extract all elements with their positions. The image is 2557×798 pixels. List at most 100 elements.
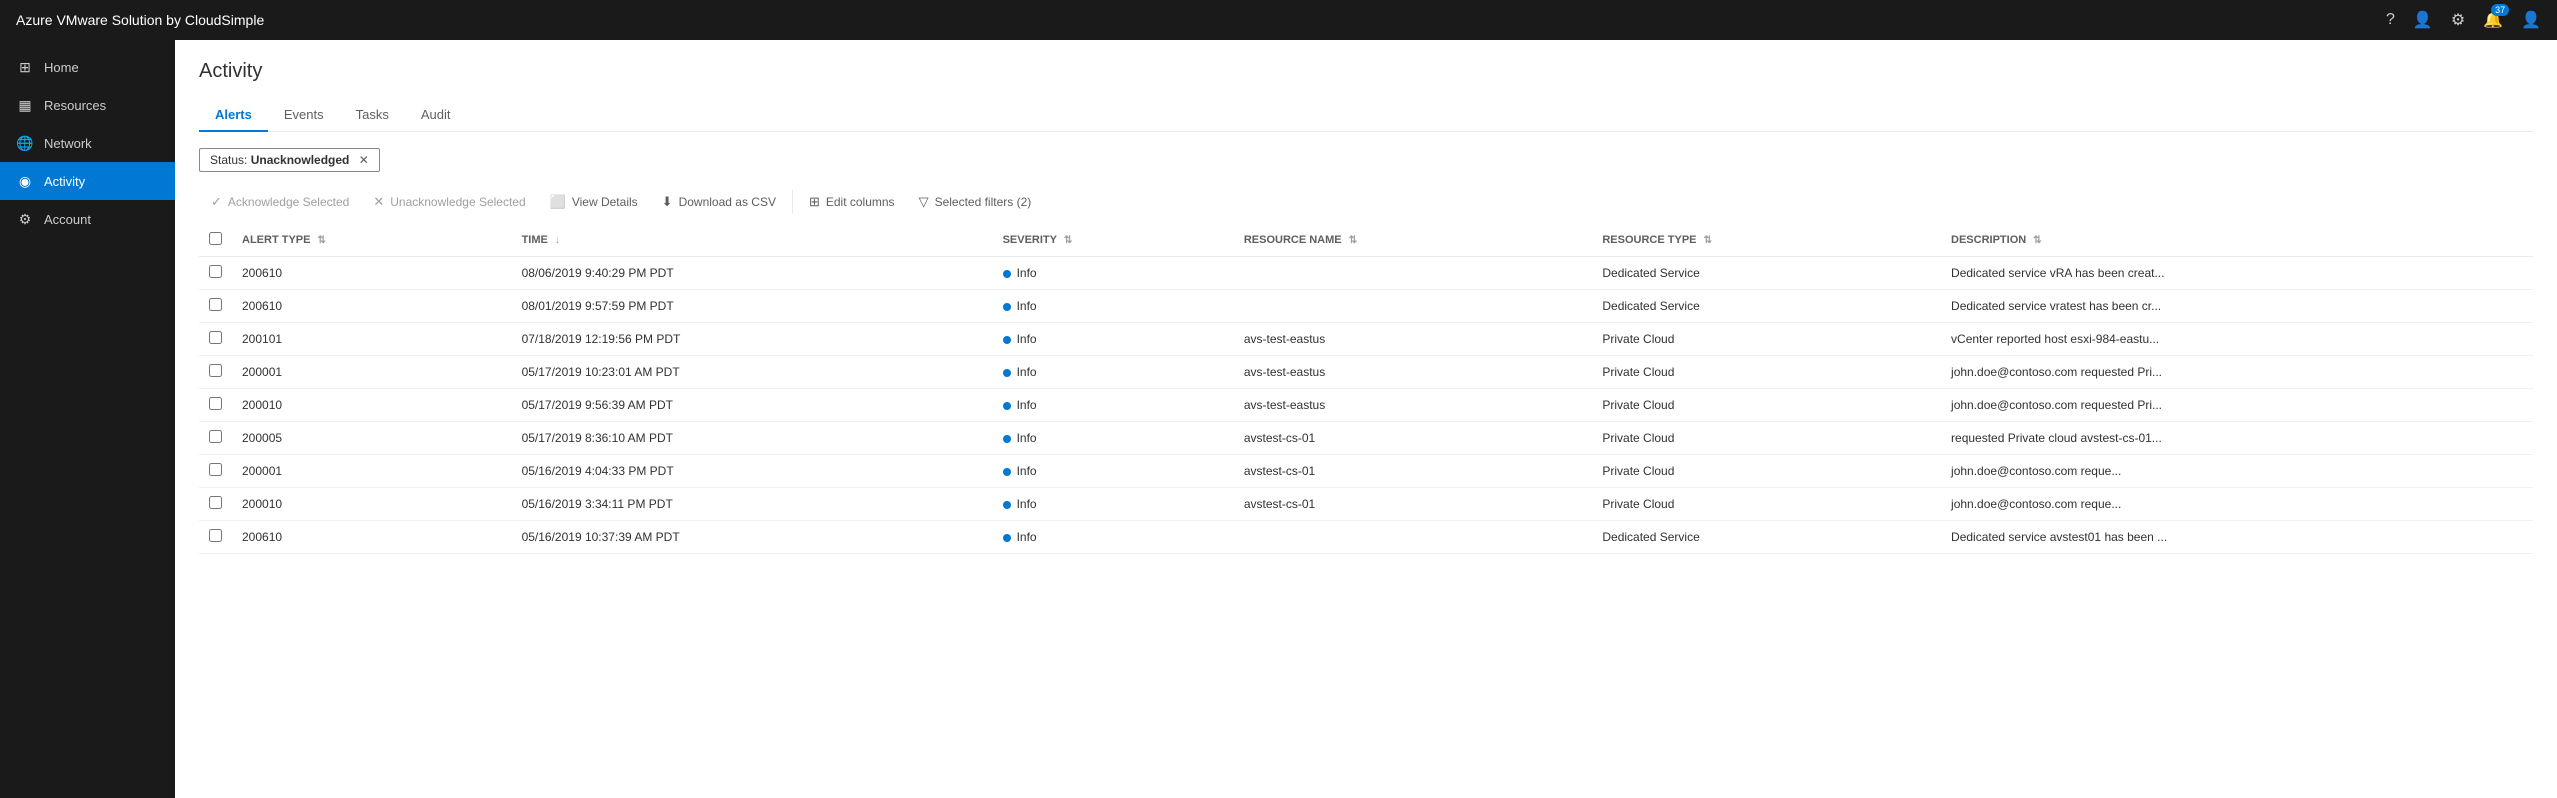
edit-columns-button[interactable]: ⊞ Edit columns <box>797 188 907 216</box>
tab-alerts[interactable]: Alerts <box>199 99 268 132</box>
download-icon: ⬇ <box>662 194 673 210</box>
toolbar-divider <box>792 190 793 214</box>
cell-severity: Info <box>993 290 1234 323</box>
row-checkbox[interactable] <box>209 331 222 344</box>
row-checkbox-cell[interactable] <box>199 257 232 290</box>
cell-resource-type: Private Cloud <box>1592 389 1941 422</box>
sidebar-item-resources[interactable]: ▦ Resources <box>0 86 175 124</box>
row-checkbox[interactable] <box>209 430 222 443</box>
tab-events[interactable]: Events <box>268 99 340 132</box>
cell-description: Dedicated service vRA has been creat... <box>1941 257 2533 290</box>
cell-time: 05/17/2019 10:23:01 AM PDT <box>512 356 993 389</box>
cell-resource-type: Private Cloud <box>1592 356 1941 389</box>
severity-dot-icon <box>1003 435 1011 443</box>
page-title: Activity <box>199 60 2533 83</box>
sort-icon: ⇅ <box>1064 235 1072 246</box>
row-checkbox-cell[interactable] <box>199 455 232 488</box>
cell-description: john.doe@contoso.com reque... <box>1941 488 2533 521</box>
row-checkbox[interactable] <box>209 529 222 542</box>
close-filter-icon[interactable]: ✕ <box>359 153 369 167</box>
network-icon: 🌐 <box>16 134 34 152</box>
cell-resource-name: avstest-cs-01 <box>1234 488 1593 521</box>
select-all-header[interactable] <box>199 224 232 257</box>
bell-icon[interactable]: 🔔 37 <box>2483 10 2503 30</box>
cell-time: 08/01/2019 9:57:59 PM PDT <box>512 290 993 323</box>
sidebar: ⊞ Home ▦ Resources 🌐 Network ◉ Activity … <box>0 40 175 798</box>
cell-resource-type: Private Cloud <box>1592 455 1941 488</box>
sidebar-item-label: Home <box>44 60 79 75</box>
row-checkbox-cell[interactable] <box>199 323 232 356</box>
table-row[interactable]: 200101 07/18/2019 12:19:56 PM PDT Info a… <box>199 323 2533 356</box>
filter-bar: Status: Unacknowledged ✕ <box>199 148 2533 172</box>
settings-icon[interactable]: ⚙ <box>2451 10 2465 30</box>
acknowledge-selected-button[interactable]: ✓ Acknowledge Selected <box>199 188 361 216</box>
table-row[interactable]: 200610 08/06/2019 9:40:29 PM PDT Info De… <box>199 257 2533 290</box>
table-row[interactable]: 200001 05/17/2019 10:23:01 AM PDT Info a… <box>199 356 2533 389</box>
row-checkbox[interactable] <box>209 463 222 476</box>
cell-resource-type: Dedicated Service <box>1592 290 1941 323</box>
status-filter-badge[interactable]: Status: Unacknowledged ✕ <box>199 148 380 172</box>
unacknowledge-selected-button[interactable]: ✕ Unacknowledge Selected <box>361 188 537 216</box>
cell-description: john.doe@contoso.com reque... <box>1941 455 2533 488</box>
row-checkbox[interactable] <box>209 397 222 410</box>
view-details-button[interactable]: ⬜ View Details <box>538 188 650 216</box>
notification-count: 37 <box>2491 4 2509 16</box>
sidebar-item-network[interactable]: 🌐 Network <box>0 124 175 162</box>
cell-resource-type: Private Cloud <box>1592 323 1941 356</box>
alerts-table: ALERT TYPE ⇅ TIME ↓ SEVERITY ⇅ RESOURCE … <box>199 224 2533 554</box>
tab-tasks[interactable]: Tasks <box>340 99 405 132</box>
cell-time: 07/18/2019 12:19:56 PM PDT <box>512 323 993 356</box>
sort-icon: ⇅ <box>1349 235 1357 246</box>
columns-icon: ⊞ <box>809 194 820 210</box>
row-checkbox-cell[interactable] <box>199 290 232 323</box>
table-row[interactable]: 200610 05/16/2019 10:37:39 AM PDT Info D… <box>199 521 2533 554</box>
activity-icon: ◉ <box>16 172 34 190</box>
selected-filters-button[interactable]: ▽ Selected filters (2) <box>907 188 1044 216</box>
user-circle-icon[interactable]: 👤 <box>2413 10 2433 30</box>
row-checkbox-cell[interactable] <box>199 356 232 389</box>
select-all-checkbox[interactable] <box>209 232 222 245</box>
sidebar-item-home[interactable]: ⊞ Home <box>0 48 175 86</box>
cell-resource-name: avstest-cs-01 <box>1234 455 1593 488</box>
sidebar-item-account[interactable]: ⚙ Account <box>0 200 175 238</box>
col-resource-type[interactable]: RESOURCE TYPE ⇅ <box>1592 224 1941 257</box>
row-checkbox-cell[interactable] <box>199 521 232 554</box>
tabs-bar: Alerts Events Tasks Audit <box>199 99 2533 132</box>
row-checkbox-cell[interactable] <box>199 488 232 521</box>
table-row[interactable]: 200010 05/17/2019 9:56:39 AM PDT Info av… <box>199 389 2533 422</box>
col-severity[interactable]: SEVERITY ⇅ <box>993 224 1234 257</box>
check-icon: ✓ <box>211 194 222 210</box>
col-alert-type[interactable]: ALERT TYPE ⇅ <box>232 224 512 257</box>
table-row[interactable]: 200010 05/16/2019 3:34:11 PM PDT Info av… <box>199 488 2533 521</box>
status-filter-value: Unacknowledged <box>251 153 350 167</box>
col-time[interactable]: TIME ↓ <box>512 224 993 257</box>
table-row[interactable]: 200005 05/17/2019 8:36:10 AM PDT Info av… <box>199 422 2533 455</box>
cell-alert-type: 200005 <box>232 422 512 455</box>
cell-description: Dedicated service vratest has been cr... <box>1941 290 2533 323</box>
cell-time: 05/17/2019 9:56:39 AM PDT <box>512 389 993 422</box>
view-details-icon: ⬜ <box>550 194 566 210</box>
table-row[interactable]: 200001 05/16/2019 4:04:33 PM PDT Info av… <box>199 455 2533 488</box>
col-resource-name[interactable]: RESOURCE NAME ⇅ <box>1234 224 1593 257</box>
cell-resource-name: avs-test-eastus <box>1234 356 1593 389</box>
row-checkbox[interactable] <box>209 298 222 311</box>
row-checkbox[interactable] <box>209 496 222 509</box>
row-checkbox[interactable] <box>209 265 222 278</box>
sort-icon: ⇅ <box>1704 235 1712 246</box>
tab-audit[interactable]: Audit <box>405 99 467 132</box>
row-checkbox-cell[interactable] <box>199 389 232 422</box>
row-checkbox[interactable] <box>209 364 222 377</box>
cell-alert-type: 200610 <box>232 290 512 323</box>
sidebar-item-activity[interactable]: ◉ Activity <box>0 162 175 200</box>
col-description[interactable]: DESCRIPTION ⇅ <box>1941 224 2533 257</box>
home-icon: ⊞ <box>16 58 34 76</box>
topbar-icons: ? 👤 ⚙ 🔔 37 👤 <box>2386 10 2541 30</box>
table-row[interactable]: 200610 08/01/2019 9:57:59 PM PDT Info De… <box>199 290 2533 323</box>
row-checkbox-cell[interactable] <box>199 422 232 455</box>
account-icon[interactable]: 👤 <box>2521 10 2541 30</box>
cell-severity: Info <box>993 323 1234 356</box>
cell-alert-type: 200610 <box>232 257 512 290</box>
help-icon[interactable]: ? <box>2386 11 2395 29</box>
severity-dot-icon <box>1003 468 1011 476</box>
download-csv-button[interactable]: ⬇ Download as CSV <box>650 188 788 216</box>
